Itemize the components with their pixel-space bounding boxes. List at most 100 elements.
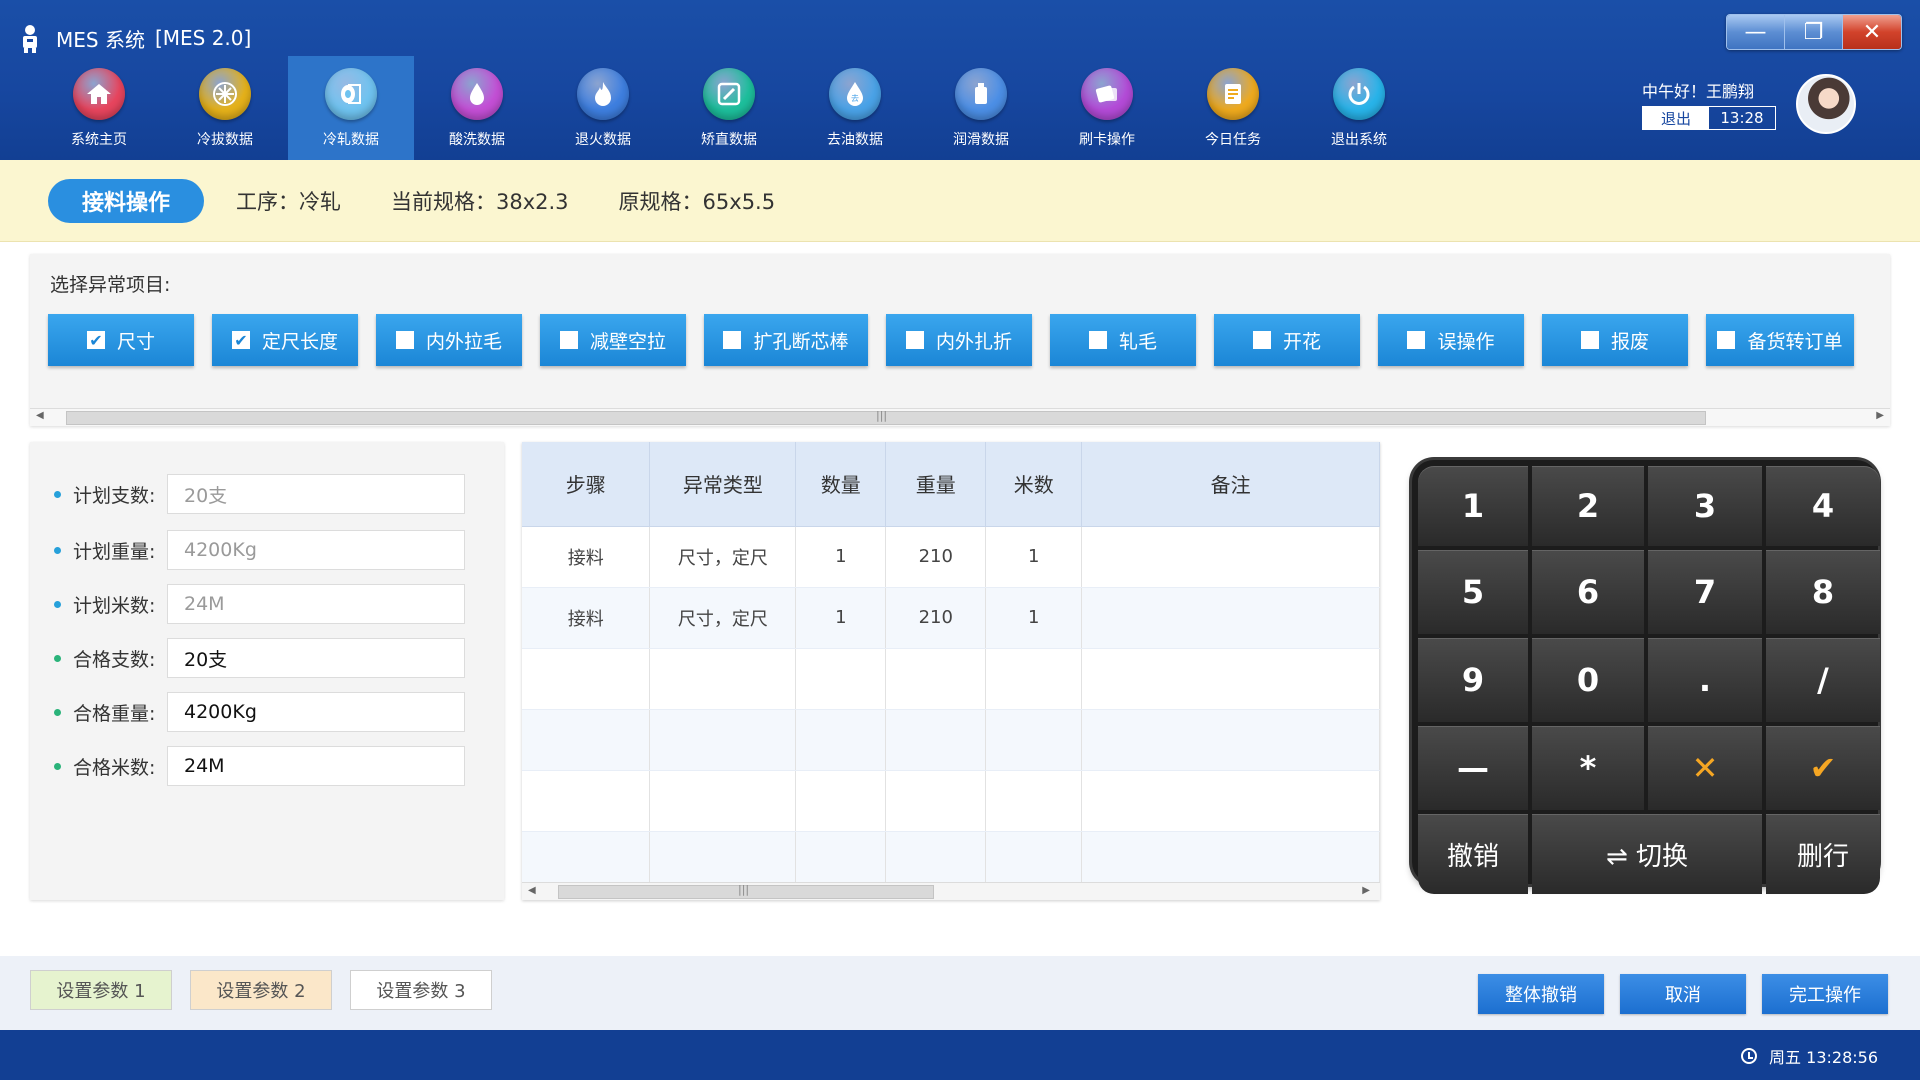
table-cell[interactable] xyxy=(885,648,987,710)
form-input[interactable]: 24M xyxy=(167,584,465,624)
table-cell[interactable] xyxy=(985,648,1083,710)
table-row[interactable]: 接料 尺寸，定尺 1 210 1 xyxy=(522,526,1380,588)
abnormal-option-0[interactable]: ✔ 尺寸 xyxy=(48,314,194,366)
table-cell[interactable]: 1 xyxy=(985,587,1083,649)
unchecked-checkbox-icon[interactable] xyxy=(1717,331,1736,349)
table-cell[interactable] xyxy=(885,770,987,832)
close-button[interactable]: ✕ xyxy=(1843,15,1901,49)
form-input[interactable]: 24M xyxy=(167,746,465,786)
table-cell[interactable] xyxy=(795,770,887,832)
key-1[interactable]: 1 xyxy=(1418,466,1528,546)
table-row[interactable] xyxy=(522,770,1380,832)
key-8[interactable]: 8 xyxy=(1766,550,1880,634)
table-cell[interactable]: 1 xyxy=(795,587,887,649)
undo-all-button[interactable]: 整体撤销 xyxy=(1478,974,1604,1014)
table-cell[interactable] xyxy=(1081,526,1380,588)
abnormal-option-5[interactable]: 内外扎折 xyxy=(886,314,1032,366)
maximize-button[interactable]: ❐ xyxy=(1785,15,1843,49)
nav-item-2[interactable]: 冷轧数据 xyxy=(288,56,414,160)
abnormal-option-6[interactable]: 轧毛 xyxy=(1050,314,1196,366)
unchecked-checkbox-icon[interactable] xyxy=(1252,331,1271,349)
checked-checkbox-icon[interactable]: ✔ xyxy=(86,331,105,350)
key-minus[interactable]: — xyxy=(1418,726,1528,810)
table-cell[interactable] xyxy=(1081,770,1380,832)
key-delete-row[interactable]: 删行 xyxy=(1766,814,1880,894)
scroll-left-arrow-icon[interactable]: ◀ xyxy=(528,885,536,896)
set-param-1-button[interactable]: 设置参数 1 xyxy=(30,970,172,1010)
table-cell[interactable] xyxy=(1081,587,1380,649)
finish-button[interactable]: 完工操作 xyxy=(1762,974,1888,1014)
abnormal-option-3[interactable]: 减壁空拉 xyxy=(540,314,686,366)
key-9[interactable]: 9 xyxy=(1418,638,1528,722)
abnormal-option-7[interactable]: 开花 xyxy=(1214,314,1360,366)
unchecked-checkbox-icon[interactable] xyxy=(905,331,924,349)
key-2[interactable]: 2 xyxy=(1532,466,1644,546)
key-4[interactable]: 4 xyxy=(1766,466,1880,546)
nav-item-6[interactable]: 去去油数据 xyxy=(792,56,918,160)
unchecked-checkbox-icon[interactable] xyxy=(395,331,414,349)
table-cell[interactable] xyxy=(522,770,651,832)
table-row[interactable] xyxy=(522,709,1380,771)
table-cell[interactable]: 210 xyxy=(885,587,987,649)
set-param-2-button[interactable]: 设置参数 2 xyxy=(190,970,332,1010)
nav-item-7[interactable]: 润滑数据 xyxy=(918,56,1044,160)
table-cell[interactable] xyxy=(1081,648,1380,710)
key-7[interactable]: 7 xyxy=(1648,550,1762,634)
avatar[interactable] xyxy=(1796,74,1856,134)
table-horizontal-scrollbar[interactable]: ◀ ||| ▶ xyxy=(522,882,1380,900)
scroll-right-arrow-icon[interactable]: ▶ xyxy=(1876,410,1884,421)
key-6[interactable]: 6 xyxy=(1532,550,1644,634)
unchecked-checkbox-icon[interactable] xyxy=(1407,331,1426,349)
scroll-right-arrow-icon[interactable]: ▶ xyxy=(1362,885,1370,896)
table-cell[interactable] xyxy=(649,770,797,832)
table-cell[interactable]: 1 xyxy=(985,526,1083,588)
table-row[interactable]: 接料 尺寸，定尺 1 210 1 xyxy=(522,587,1380,649)
table-cell[interactable] xyxy=(985,709,1083,771)
scroll-left-arrow-icon[interactable]: ◀ xyxy=(36,410,44,421)
key-switch[interactable]: ⇌ 切换 xyxy=(1532,814,1762,894)
key-undo[interactable]: 撤销 xyxy=(1418,814,1528,894)
abnormal-option-8[interactable]: 误操作 xyxy=(1378,314,1524,366)
unchecked-checkbox-icon[interactable] xyxy=(559,331,578,349)
table-cell[interactable] xyxy=(795,648,887,710)
key-3[interactable]: 3 xyxy=(1648,466,1762,546)
form-input[interactable]: 4200Kg xyxy=(167,530,465,570)
abnormal-option-4[interactable]: 扩孔断芯棒 xyxy=(704,314,868,366)
table-cell[interactable]: 尺寸，定尺 xyxy=(649,587,797,649)
form-input[interactable]: 4200Kg xyxy=(167,692,465,732)
nav-item-9[interactable]: 今日任务 xyxy=(1170,56,1296,160)
abnormal-option-9[interactable]: 报废 xyxy=(1542,314,1688,366)
table-cell[interactable] xyxy=(885,709,987,771)
table-cell[interactable]: 接料 xyxy=(522,587,651,649)
horizontal-scrollbar[interactable]: ◀ ||| ▶ xyxy=(30,408,1890,426)
unchecked-checkbox-icon[interactable] xyxy=(1580,331,1599,349)
form-input[interactable]: 20支 xyxy=(167,474,465,514)
table-cell[interactable] xyxy=(649,709,797,771)
table-cell[interactable]: 接料 xyxy=(522,526,651,588)
table-cell[interactable] xyxy=(1081,709,1380,771)
nav-item-1[interactable]: 冷拔数据 xyxy=(162,56,288,160)
checked-checkbox-icon[interactable]: ✔ xyxy=(231,331,250,350)
cancel-button[interactable]: 取消 xyxy=(1620,974,1746,1014)
nav-item-3[interactable]: 酸洗数据 xyxy=(414,56,540,160)
table-cell[interactable] xyxy=(985,770,1083,832)
logout-button[interactable]: 退出 xyxy=(1643,107,1709,129)
table-cell[interactable] xyxy=(522,709,651,771)
key-0[interactable]: 0 xyxy=(1532,638,1644,722)
unchecked-checkbox-icon[interactable] xyxy=(1088,331,1107,349)
table-cell[interactable] xyxy=(649,648,797,710)
table-cell[interactable]: 1 xyxy=(795,526,887,588)
unchecked-checkbox-icon[interactable] xyxy=(723,331,742,349)
table-row[interactable] xyxy=(522,648,1380,710)
key-asterisk[interactable]: * xyxy=(1532,726,1644,810)
key-dot[interactable]: . xyxy=(1648,638,1762,722)
abnormal-option-10[interactable]: 备货转订单 xyxy=(1706,314,1854,366)
key-slash[interactable]: / xyxy=(1766,638,1880,722)
table-cell[interactable] xyxy=(522,648,651,710)
set-param-3-button[interactable]: 设置参数 3 xyxy=(350,970,492,1010)
form-input[interactable]: 20支 xyxy=(167,638,465,678)
minimize-button[interactable]: — xyxy=(1727,15,1785,49)
abnormal-option-2[interactable]: 内外拉毛 xyxy=(376,314,522,366)
nav-item-8[interactable]: 刷卡操作 xyxy=(1044,56,1170,160)
table-cell[interactable]: 210 xyxy=(885,526,987,588)
